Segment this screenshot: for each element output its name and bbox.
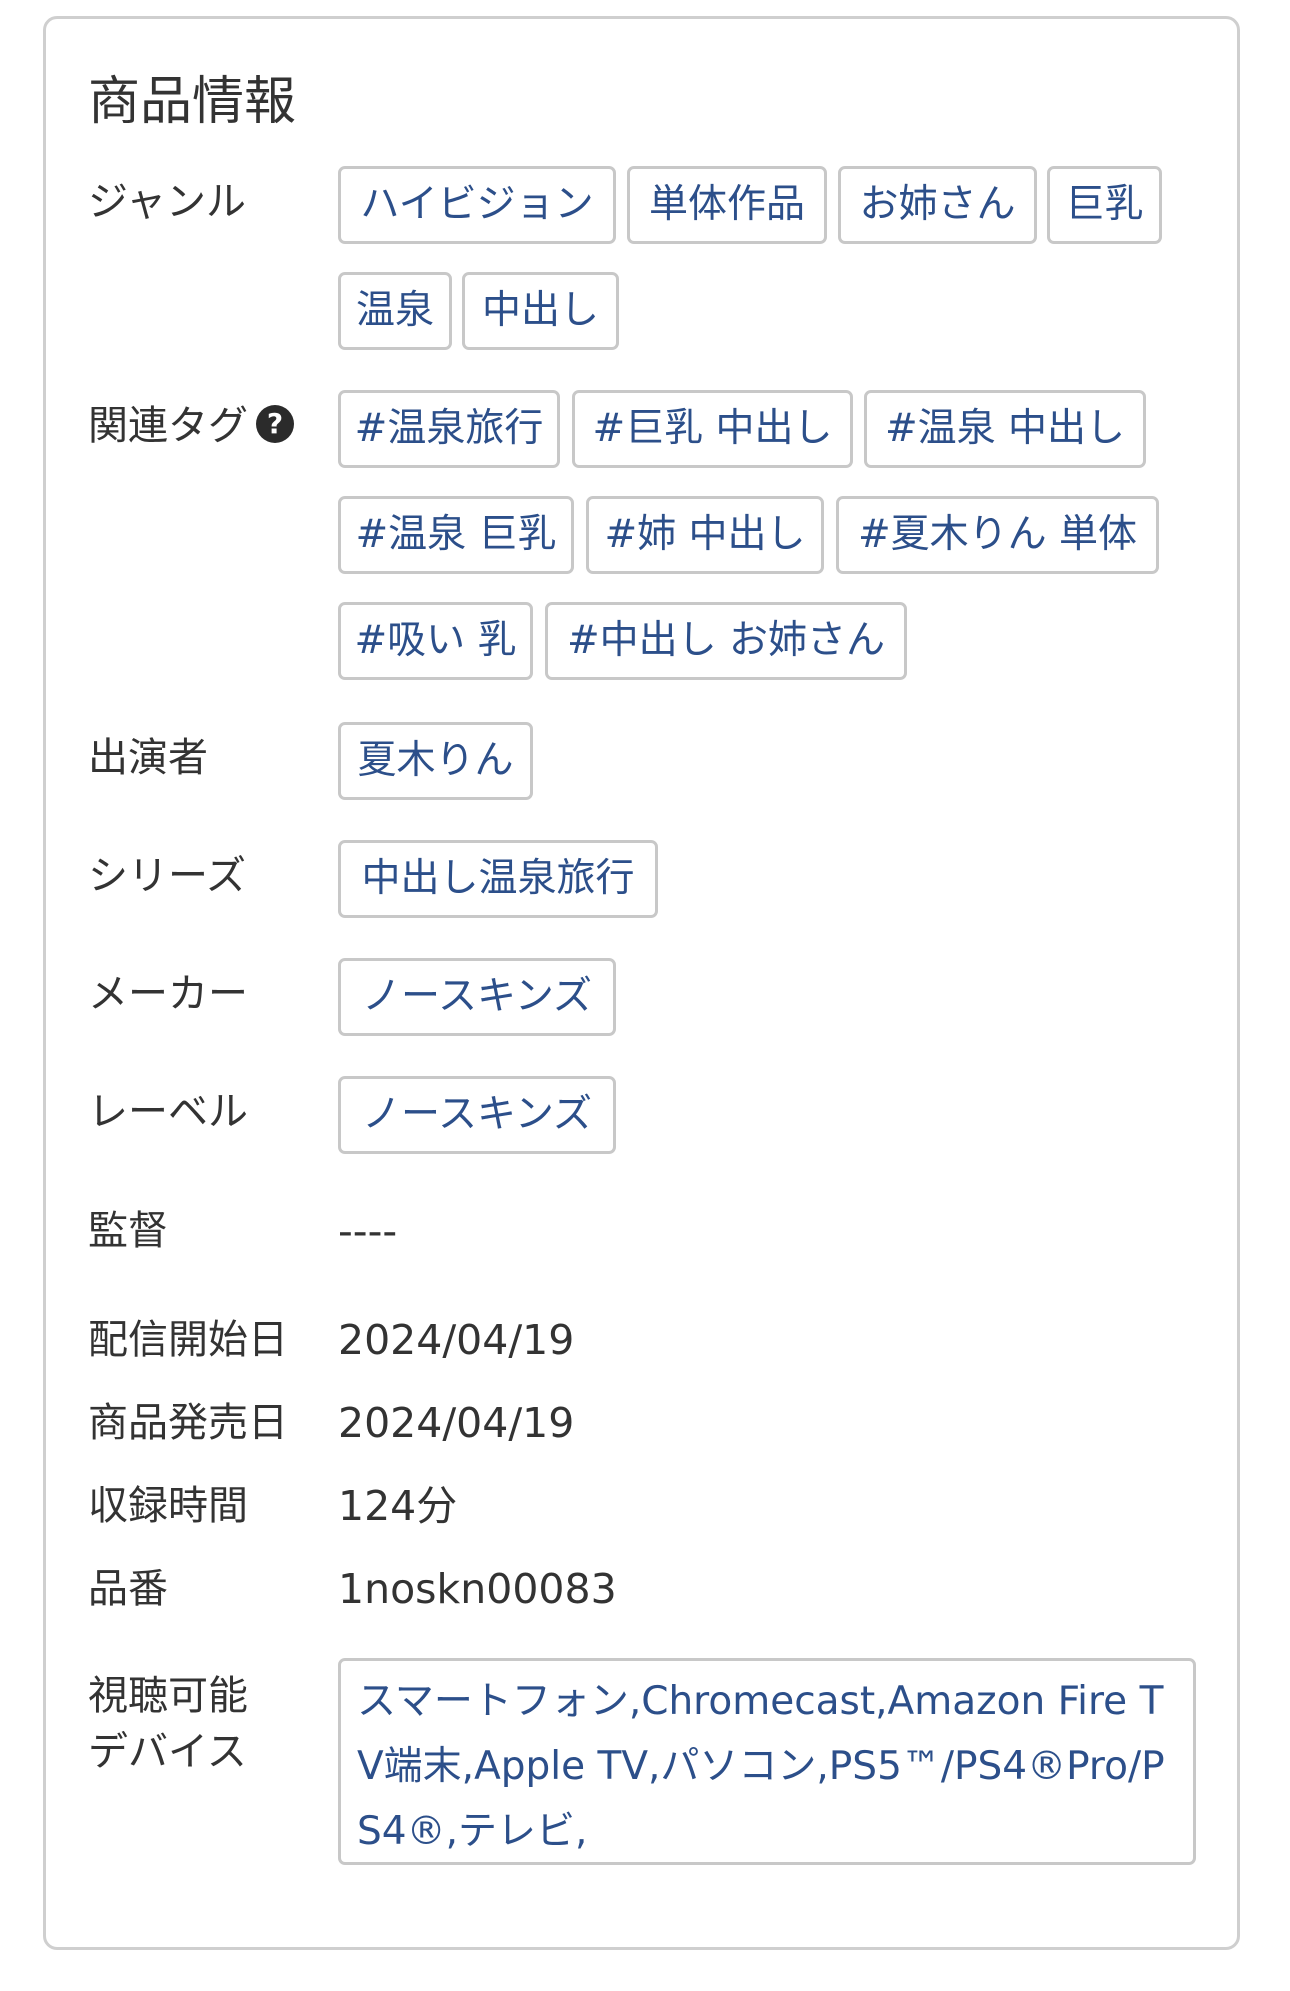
- related-tags-label-text: 関連タグ: [88, 403, 248, 449]
- related-tag[interactable]: #温泉旅行: [338, 390, 560, 468]
- maker-label: メーカー: [88, 971, 248, 1017]
- delivery-start-value: 2024/04/19: [338, 1316, 575, 1364]
- genre-label: ジャンル: [88, 179, 246, 225]
- related-tag[interactable]: #温泉 巨乳: [338, 496, 574, 574]
- genre-tag[interactable]: お姉さん: [838, 166, 1037, 244]
- product-code-label: 品番: [88, 1566, 168, 1612]
- related-tag[interactable]: #中出し お姉さん: [545, 602, 907, 680]
- genre-tag[interactable]: 単体作品: [627, 166, 827, 244]
- help-icon[interactable]: ?: [256, 405, 294, 443]
- devices-value: スマートフォン,Chromecast,Amazon Fire TV端末,Appl…: [338, 1658, 1196, 1865]
- related-tag[interactable]: #巨乳 中出し: [572, 390, 853, 468]
- related-tag[interactable]: #夏木りん 単体: [836, 496, 1159, 574]
- director-label: 監督: [88, 1208, 168, 1254]
- duration-label: 収録時間: [88, 1483, 248, 1529]
- label-label: レーベル: [88, 1089, 248, 1135]
- related-tag[interactable]: #温泉 中出し: [864, 390, 1146, 468]
- genre-tag[interactable]: 中出し: [462, 272, 619, 350]
- label-tag[interactable]: ノースキンズ: [338, 1076, 616, 1154]
- performer-tag[interactable]: 夏木りん: [338, 722, 533, 800]
- related-tag[interactable]: #姉 中出し: [586, 496, 824, 574]
- series-tag[interactable]: 中出し温泉旅行: [338, 840, 658, 918]
- series-label: シリーズ: [88, 853, 246, 899]
- product-code-value: 1noskn00083: [338, 1565, 617, 1613]
- duration-value: 124分: [338, 1482, 458, 1530]
- release-date-value: 2024/04/19: [338, 1399, 575, 1447]
- release-date-label: 商品発売日: [88, 1400, 288, 1446]
- related-tags-label: 関連タグ?: [88, 400, 294, 452]
- director-value: ----: [338, 1207, 398, 1255]
- devices-label-line2: デバイス: [88, 1729, 247, 1775]
- devices-label: 視聴可能 デバイス: [88, 1668, 248, 1780]
- devices-label-line1: 視聴可能: [88, 1673, 248, 1719]
- performer-label: 出演者: [88, 735, 208, 781]
- section-title: 商品情報: [88, 72, 297, 132]
- delivery-start-label: 配信開始日: [88, 1317, 288, 1363]
- related-tag[interactable]: #吸い 乳: [338, 602, 533, 680]
- maker-tag[interactable]: ノースキンズ: [338, 958, 616, 1036]
- genre-tag[interactable]: 巨乳: [1047, 166, 1162, 244]
- genre-tag[interactable]: ハイビジョン: [338, 166, 616, 244]
- genre-tag[interactable]: 温泉: [338, 272, 452, 350]
